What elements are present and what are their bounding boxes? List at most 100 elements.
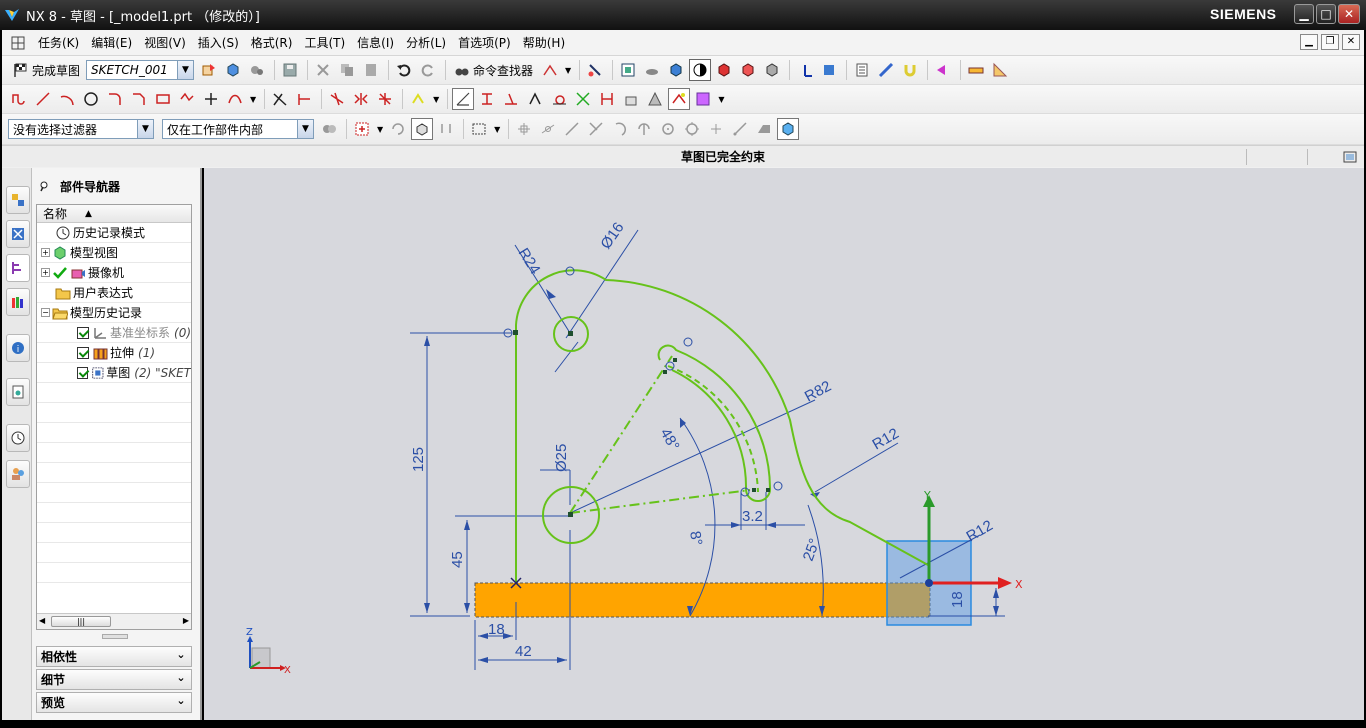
- maximize-button[interactable]: □: [1316, 4, 1336, 24]
- horizontal-constraint-button[interactable]: [500, 88, 522, 110]
- view-top-button[interactable]: [737, 59, 759, 81]
- chamfer-button[interactable]: [128, 88, 150, 110]
- tree-item-model-history[interactable]: − 模型历史记录: [37, 303, 191, 323]
- dropdown-arrow[interactable]: ▼: [492, 118, 502, 140]
- rectangle-select-button[interactable]: [468, 118, 490, 140]
- tree-item-user-expressions[interactable]: 用户表达式: [37, 283, 191, 303]
- assembly-navigator-tab[interactable]: [6, 186, 30, 214]
- minimize-button[interactable]: ▁: [1294, 4, 1314, 24]
- finish-sketch-button[interactable]: 完成草图: [8, 59, 84, 81]
- snap-end-button[interactable]: [513, 118, 535, 140]
- roles-tab[interactable]: [6, 460, 30, 488]
- clock-history-tab[interactable]: [6, 424, 30, 452]
- snap-control-button[interactable]: [561, 118, 583, 140]
- selection-scope-select[interactable]: 仅在工作部件内部 ▼: [162, 119, 314, 139]
- snap-button[interactable]: [435, 118, 457, 140]
- rectangle-button[interactable]: [152, 88, 174, 110]
- profile-button[interactable]: [8, 88, 30, 110]
- scroll-right-icon[interactable]: ▶: [183, 616, 189, 625]
- doc-close-button[interactable]: ✕: [1342, 34, 1360, 50]
- dim-width-18[interactable]: 18: [488, 621, 505, 638]
- part-navigator-tab[interactable]: [6, 254, 30, 282]
- snap-curve-button[interactable]: [729, 118, 751, 140]
- analysis-button[interactable]: [899, 59, 921, 81]
- snap-mid-button[interactable]: [537, 118, 559, 140]
- snap-tangent-button[interactable]: [681, 118, 703, 140]
- dropdown-arrow[interactable]: ▼: [248, 88, 258, 110]
- dim-height-45[interactable]: 45: [449, 551, 466, 568]
- menu-preferences[interactable]: 首选项(P): [452, 34, 517, 51]
- menu-format[interactable]: 格式(R): [245, 34, 299, 51]
- dim-height-125[interactable]: 125: [410, 447, 427, 472]
- offset-curve-button[interactable]: [224, 88, 246, 110]
- tree-item-cameras[interactable]: + 摄像机: [37, 263, 191, 283]
- paste-button[interactable]: [360, 59, 382, 81]
- scroll-thumb[interactable]: |||: [51, 616, 111, 627]
- snap-intersect-button[interactable]: [585, 118, 607, 140]
- snap-arc-button[interactable]: [609, 118, 631, 140]
- select-all-button[interactable]: [351, 118, 373, 140]
- dropdown-arrow[interactable]: ▼: [431, 88, 441, 110]
- history-tab[interactable]: [6, 378, 30, 406]
- project-curve-button[interactable]: [407, 88, 429, 110]
- visibility-checkbox[interactable]: [77, 346, 89, 359]
- pattern-button[interactable]: [374, 88, 396, 110]
- dropdown-arrow[interactable]: ▼: [716, 88, 726, 110]
- dim-d25[interactable]: Ø25: [553, 444, 570, 472]
- part-list-button[interactable]: [851, 59, 873, 81]
- dim-height-18[interactable]: 18: [949, 591, 966, 608]
- dimension-button[interactable]: [452, 88, 475, 110]
- snap-face-button[interactable]: [753, 118, 775, 140]
- reattach-button[interactable]: [222, 59, 244, 81]
- dim-r12-upper[interactable]: R12: [870, 425, 902, 453]
- constraint-navigator-tab[interactable]: [6, 220, 30, 248]
- layer-button[interactable]: [818, 59, 840, 81]
- dim-r82[interactable]: R82: [802, 378, 834, 406]
- menu-insert[interactable]: 插入(S): [192, 34, 245, 51]
- redo-button[interactable]: [417, 59, 439, 81]
- tangent-constraint-button[interactable]: [548, 88, 570, 110]
- view-front-button[interactable]: [713, 59, 735, 81]
- inferred-constraints-button[interactable]: [584, 59, 606, 81]
- pin-icon[interactable]: [38, 180, 50, 192]
- equal-length-button[interactable]: [596, 88, 618, 110]
- menu-info[interactable]: 信息(I): [351, 34, 400, 51]
- protractor-button[interactable]: [989, 59, 1011, 81]
- scroll-left-icon[interactable]: ◀: [39, 616, 45, 625]
- make-corner-button[interactable]: [326, 88, 348, 110]
- expand-icon[interactable]: +: [41, 268, 50, 277]
- coincident-button[interactable]: [572, 88, 594, 110]
- doc-restore-button[interactable]: ❐: [1321, 34, 1339, 50]
- snap-quadrant-button[interactable]: [633, 118, 655, 140]
- command-finder-button[interactable]: 命令查找器: [450, 59, 537, 81]
- menu-view[interactable]: 视图(V): [138, 34, 192, 51]
- undo-button[interactable]: [393, 59, 415, 81]
- menu-edit[interactable]: 编辑(E): [85, 34, 138, 51]
- polygon-button[interactable]: [176, 88, 198, 110]
- horizontal-scrollbar[interactable]: ◀ ||| ▶: [37, 613, 191, 629]
- dim-angle-48[interactable]: 48°: [657, 426, 683, 454]
- extrude-body[interactable]: [474, 582, 931, 618]
- panel-splitter[interactable]: [102, 634, 128, 639]
- vertical-constraint-button[interactable]: [524, 88, 546, 110]
- quick-extend-button[interactable]: [293, 88, 315, 110]
- fillet-button[interactable]: [104, 88, 126, 110]
- fit-view-button[interactable]: [617, 59, 639, 81]
- tree-item-sketch[interactable]: 草图 (2) "SKET: [37, 363, 191, 383]
- dim-width-42[interactable]: 42: [515, 643, 532, 660]
- copy-button[interactable]: [336, 59, 358, 81]
- mirror-button[interactable]: [350, 88, 372, 110]
- geometric-constraint-button[interactable]: [476, 88, 498, 110]
- fixed-constraint-button[interactable]: [620, 88, 642, 110]
- maximize-graphics-icon[interactable]: [1342, 149, 1358, 165]
- update-model-button[interactable]: [246, 59, 268, 81]
- feature-select-button[interactable]: [411, 118, 434, 140]
- snap-body-button[interactable]: [777, 118, 800, 140]
- save-button[interactable]: [279, 59, 301, 81]
- dim-angle-8[interactable]: 8°: [686, 530, 705, 547]
- sketch-canvas[interactable]: R24 Ø16 R82 R12 R12 Ø25 48° 8° 25° 3.2 1…: [204, 168, 1364, 720]
- tree-item-extrude[interactable]: 拉伸 (1): [37, 343, 191, 363]
- web-browser-tab[interactable]: i: [6, 334, 30, 362]
- undo-selection-button[interactable]: [387, 118, 409, 140]
- render-style-button[interactable]: [665, 59, 687, 81]
